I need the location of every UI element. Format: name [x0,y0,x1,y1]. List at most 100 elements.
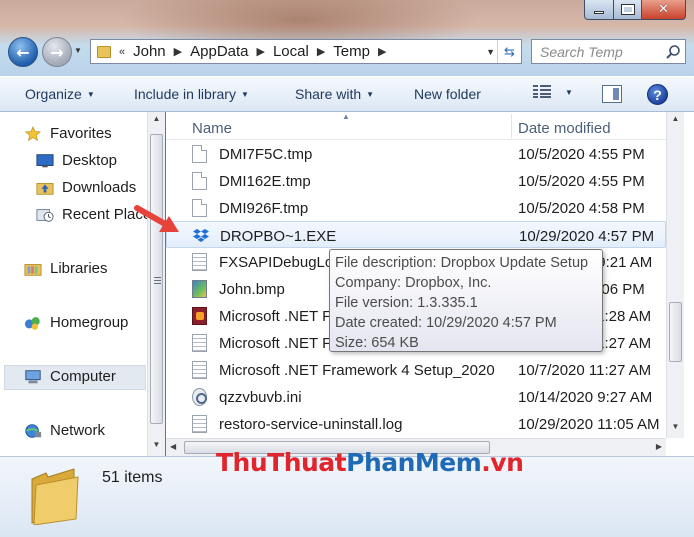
tooltip-version: File version: 1.3.335.1 [335,295,478,311]
folder-icon [31,468,79,525]
chevron-down-icon: ▼ [366,89,375,99]
nav-libraries[interactable]: Libraries [24,260,108,277]
search-icon[interactable] [661,40,685,64]
address-segment-john[interactable]: John ▶ [133,43,190,60]
scroll-left-icon[interactable]: ◀ [170,442,176,451]
libraries-icon [24,263,42,276]
address-overflow[interactable]: « [119,46,125,58]
address-dropdown-icon[interactable]: ▼ [486,47,495,57]
scroll-up-icon[interactable]: ▲ [667,114,684,123]
annotation-arrow-icon [134,205,179,232]
navpane-scrollbar[interactable]: ▲ ▼ [147,112,165,456]
recent-pages-dropdown[interactable]: ▼ [74,46,82,55]
chevron-down-icon: ▼ [240,89,249,99]
filelist-vertical-thumb[interactable] [669,302,682,362]
minimize-button[interactable] [584,0,614,20]
chevron-right-icon[interactable]: ▶ [378,45,386,58]
file-date-modified: 10/14/2020 9:27 AM [518,389,653,406]
file-row[interactable]: Microsoft .NET Framework 4 Setup_2020...… [166,356,666,383]
file-row[interactable]: qzzvbuvb.ini 10/14/2020 9:27 AM [166,383,666,410]
file-date-modified: 10/7/2020 11:27 AM [518,362,652,379]
scroll-right-icon[interactable]: ▶ [656,442,662,451]
tooltip-description: File description: Dropbox Update Setup [335,255,589,271]
nav-computer[interactable]: Computer [24,368,116,385]
change-view-button[interactable]: ▼ [533,85,573,99]
file-name: restoro-service-uninstall.log [219,416,403,433]
nav-desktop[interactable]: Desktop [36,152,117,169]
filelist-vertical-scrollbar[interactable]: ▲ ▼ [666,112,684,438]
scroll-down-icon[interactable]: ▼ [667,422,684,431]
minimize-icon [594,11,604,14]
nav-network[interactable]: Network [24,422,105,439]
address-segment-appdata[interactable]: AppData ▶ [190,43,273,60]
txt-file-icon [192,334,207,352]
search-box[interactable]: Search Temp [531,39,686,64]
recent-places-icon [36,208,54,222]
file-date-modified: 10/5/2020 4:55 PM [518,173,645,190]
organize-button[interactable]: Organize ▼ [25,86,95,102]
file-row[interactable]: restoro-service-uninstall.log 10/29/2020 … [166,410,666,437]
scroll-down-icon[interactable]: ▼ [148,440,165,456]
folder-icon [97,45,111,58]
tooltip-created: Date created: 10/29/2020 4:57 PM [335,315,557,331]
help-icon[interactable]: ? [647,84,668,105]
chevron-right-icon[interactable]: ▶ [257,45,265,58]
file-row[interactable]: DMI926F.tmp 10/5/2020 4:58 PM [166,194,666,221]
nav-favorites[interactable]: Favorites [24,125,112,142]
bmp-file-icon [192,280,207,298]
file-name: DMI162E.tmp [219,173,311,190]
file-info-tooltip: File description: Dropbox Update Setup C… [329,249,603,352]
address-bar[interactable]: « John ▶ AppData ▶ Local ▶ Temp ▶ ▼ ⇆ [90,39,522,64]
views-icon [533,85,551,99]
search-input[interactable]: Search Temp [540,44,661,60]
txt-file-icon [192,361,207,379]
refresh-button[interactable]: ⇆ [497,40,521,63]
file-row[interactable]: DMI7F5C.tmp 10/5/2020 4:55 PM [166,140,666,167]
chevron-right-icon[interactable]: ▶ [174,45,182,58]
chevron-down-icon: ▼ [86,89,95,99]
downloads-folder-icon [36,182,54,195]
file-date-modified: 10/29/2020 4:57 PM [519,228,655,245]
column-divider[interactable] [511,114,512,138]
grip-icon [154,277,161,285]
command-bar: Organize ▼ Include in library ▼ Share with… [0,76,694,112]
desktop-icon [36,153,54,167]
forward-button[interactable]: → [42,37,72,67]
dropbox-icon [193,227,209,243]
file-name: DMI7F5C.tmp [219,146,313,163]
include-in-library-button[interactable]: Include in library ▼ [134,86,249,102]
item-count: 51 items [102,469,163,486]
file-date-modified: 10/5/2020 4:55 PM [518,146,645,163]
new-folder-button[interactable]: New folder [414,86,481,102]
chevron-down-icon[interactable]: ▼ [565,88,573,97]
navpane-scroll-thumb[interactable] [150,134,163,424]
navigation-pane: Favorites Desktop Downloads Recent Place… [0,112,165,456]
navigation-bar: ← → ▼ « John ▶ AppData ▶ Local ▶ Temp ▶ ▼ ⇆ … [0,30,694,70]
file-name: DROPBO~1.EXE [220,228,337,245]
address-segment-local[interactable]: Local ▶ [273,43,333,60]
homegroup-icon [24,316,40,330]
nav-downloads[interactable]: Downloads [36,179,136,196]
file-row[interactable]: DROPBO~1.EXE 10/29/2020 4:57 PM [166,221,666,248]
column-name-header[interactable]: Name [192,120,232,137]
arrow-left-icon: ← [16,42,30,62]
file-name: qzzvbuvb.ini [219,389,302,406]
close-icon: ✕ [658,2,669,17]
scroll-up-icon[interactable]: ▲ [148,114,165,130]
file-row[interactable]: DMI162E.tmp 10/5/2020 4:55 PM [166,167,666,194]
watermark-logo: ThuThuatPhanMem.vn [216,448,524,477]
window-controls: ✕ [584,0,686,20]
maximize-icon [620,4,635,15]
nav-homegroup[interactable]: Homegroup [24,314,128,331]
share-with-button[interactable]: Share with ▼ [295,86,374,102]
star-icon [24,125,42,141]
maximize-button[interactable] [614,0,642,20]
close-button[interactable]: ✕ [642,0,686,20]
column-header: ▲ Name Date modified [166,112,666,140]
exe-file-icon [192,307,207,325]
preview-pane-icon[interactable] [602,85,622,103]
back-button[interactable]: ← [8,37,38,67]
chevron-right-icon[interactable]: ▶ [317,45,325,58]
column-date-modified-header[interactable]: Date modified [518,120,611,137]
address-segment-temp[interactable]: Temp ▶ [333,43,394,60]
